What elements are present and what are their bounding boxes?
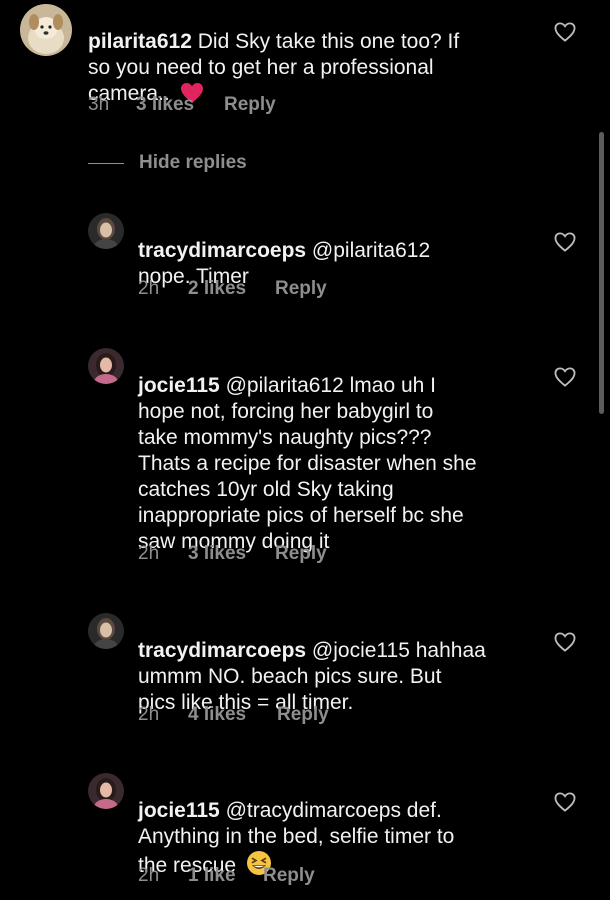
username[interactable]: jocie115 [138,374,220,397]
heart-outline-icon[interactable] [554,632,576,652]
username[interactable]: tracydimarcoeps [138,239,306,262]
reply-button[interactable]: Reply [224,94,276,116]
avatar[interactable] [88,213,124,249]
likes-count[interactable]: 3 likes [188,543,275,565]
avatar[interactable] [88,348,124,384]
comment-time: 2h [138,278,160,299]
heart-outline-icon[interactable] [554,792,576,812]
comment-time: 2h [138,704,160,725]
username[interactable]: pilarita612 [88,30,192,53]
likes-count[interactable]: 4 likes [188,704,277,726]
avatar[interactable] [88,773,124,809]
avatar[interactable] [88,613,124,649]
comment-text: @pilarita612 lmao uh I hope not, forcing… [138,374,477,553]
scrollbar[interactable] [599,132,604,414]
comment-time: 3h [88,94,110,115]
likes-count[interactable]: 2 likes [188,278,275,300]
username[interactable]: jocie115 [138,799,220,822]
reply-button[interactable]: Reply [263,865,315,887]
comment-time: 2h [138,543,160,564]
divider [88,162,124,164]
reply-button[interactable]: Reply [277,704,329,726]
heart-outline-icon[interactable] [554,367,576,387]
reply-button[interactable]: Reply [275,278,327,300]
hide-replies-label: Hide replies [139,152,247,173]
heart-outline-icon[interactable] [554,22,576,42]
comment-time: 2h [138,865,160,886]
likes-count[interactable]: 1 like [188,865,263,887]
reply-button[interactable]: Reply [275,543,327,565]
heart-outline-icon[interactable] [554,232,576,252]
username[interactable]: tracydimarcoeps [138,639,306,662]
likes-count[interactable]: 3 likes [136,94,224,116]
avatar[interactable] [20,4,72,56]
hide-replies-button[interactable]: Hide replies [88,152,247,174]
